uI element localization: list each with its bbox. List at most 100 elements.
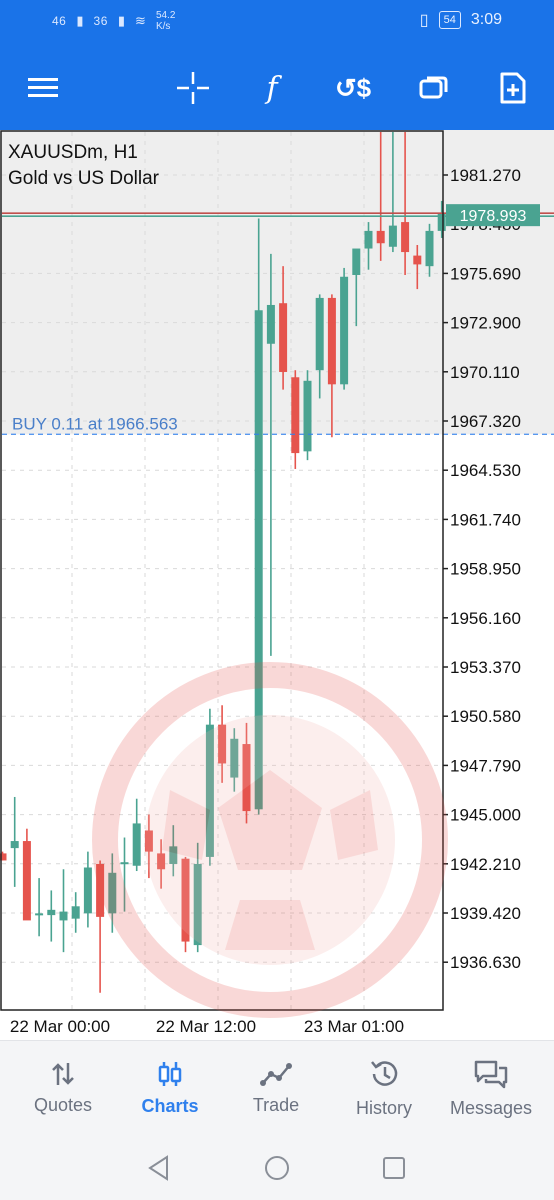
clock: 3:09	[470, 11, 502, 28]
indicators-button[interactable]: f	[250, 66, 294, 110]
symbol-timeframe: XAUUSDm, H1	[8, 142, 138, 163]
candle-bear	[218, 724, 227, 764]
nav-quotes[interactable]: Quotes	[8, 1041, 118, 1136]
candle-bull	[120, 862, 129, 865]
price-chart[interactable]: 1981.270 1975.690 1972.900 1970.110 1967.320…	[0, 130, 554, 1040]
nav-messages[interactable]: Messages	[436, 1041, 546, 1136]
x-tick-label: 22 Mar 00:00	[10, 1017, 110, 1036]
candle-bear	[22, 841, 31, 921]
candle-bull	[205, 724, 214, 857]
net-speed-value: 54.2	[155, 10, 176, 21]
y-tick-label: 1972.900	[450, 314, 521, 333]
candle-bull	[340, 276, 349, 385]
candle-bear	[242, 744, 251, 812]
recents-button[interactable]	[379, 1153, 409, 1183]
messages-icon	[474, 1060, 508, 1089]
candle-bear	[327, 297, 336, 385]
signal-2-label: 36	[93, 14, 108, 28]
vibrate-icon: ▯	[419, 12, 429, 29]
y-tick-label: 1956.160	[450, 609, 521, 628]
history-icon	[371, 1061, 398, 1086]
candle-bull	[71, 906, 80, 919]
chart-area[interactable]: 1981.270 1975.690 1972.900 1970.110 1967.320…	[0, 130, 554, 1040]
battery-indicator: 54	[438, 11, 461, 29]
add-chart-button[interactable]	[491, 66, 535, 110]
x-tick-label: 22 Mar 12:00	[156, 1017, 256, 1036]
y-tick-label: 1964.530	[450, 461, 521, 480]
multi-window-button[interactable]	[411, 66, 455, 110]
recents-icon	[383, 1157, 405, 1179]
nav-charts[interactable]: Charts	[115, 1041, 225, 1136]
candle-bull	[193, 863, 202, 946]
candle-bull	[364, 230, 373, 249]
menu-button[interactable]	[21, 66, 65, 110]
home-icon	[265, 1156, 289, 1180]
new-order-button[interactable]: ↺$	[331, 66, 375, 110]
order-line-label[interactable]: BUY 0.11 at 1966.563	[12, 414, 178, 433]
candle-bear	[144, 830, 153, 852]
y-tick-label: 1947.790	[450, 756, 521, 775]
candle-bull	[132, 823, 141, 866]
y-tick-label: 1936.630	[450, 953, 521, 972]
candle-bull	[315, 297, 324, 371]
y-tick-label: 1967.320	[450, 412, 521, 431]
y-tick-label: 1953.370	[450, 658, 521, 677]
multi-window-icon	[419, 76, 448, 99]
candle-bull	[83, 867, 92, 914]
candle-bear	[291, 377, 300, 454]
candle-bear	[401, 222, 410, 253]
candle-bull	[47, 909, 56, 916]
nav-trade-label: Trade	[252, 1095, 300, 1115]
candle-bull	[266, 304, 275, 344]
new-order-icon: ↺$	[334, 72, 372, 103]
nav-quotes-label: Quotes	[33, 1095, 93, 1115]
crosshair-button[interactable]	[171, 66, 215, 110]
back-icon	[148, 1155, 168, 1181]
candle-bear	[181, 858, 190, 942]
candle-bull	[254, 310, 263, 810]
candle-bear	[96, 863, 105, 917]
y-tick-label: 1942.210	[450, 855, 521, 874]
y-tick-label: 1975.690	[450, 264, 521, 283]
nav-history[interactable]: History	[329, 1041, 439, 1136]
candle-bull	[169, 846, 178, 864]
nav-trade[interactable]: Trade	[221, 1041, 331, 1136]
menu-icon	[28, 78, 58, 97]
nav-history-label: History	[355, 1098, 412, 1118]
y-tick-label: 1950.580	[450, 707, 521, 726]
candle-bull	[108, 872, 117, 914]
candle-bull	[352, 248, 361, 275]
candle-bull	[303, 380, 312, 452]
y-tick-label: 1939.420	[450, 904, 521, 923]
y-tick-label: 1958.950	[450, 560, 521, 579]
quotes-icon	[52, 1063, 74, 1085]
net-speed-unit: K/s	[155, 21, 171, 32]
system-navigation	[0, 1135, 554, 1200]
candle-bear	[157, 853, 166, 870]
crosshair-icon	[177, 72, 209, 104]
current-price-label: 1978.993	[460, 208, 527, 225]
candle-bear	[376, 230, 385, 244]
status-bar: 46 ▮ 36 ▮ ≋ 54.2 K/s ▯ 54 3:09	[0, 0, 554, 44]
indicators-icon: f	[266, 70, 278, 106]
trade-icon	[260, 1063, 292, 1086]
symbol-description: Gold vs US Dollar	[8, 168, 160, 189]
nav-messages-label: Messages	[449, 1098, 533, 1118]
back-button[interactable]	[144, 1153, 174, 1183]
bottom-navigation: Quotes Charts Trade History Messages	[0, 1040, 554, 1136]
candle-bull	[35, 913, 44, 916]
x-tick-label: 23 Mar 01:00	[304, 1017, 404, 1036]
nav-charts-label: Charts	[141, 1096, 199, 1116]
y-tick-label: 1961.740	[450, 510, 521, 529]
candle-bull	[10, 841, 19, 849]
x-axis: 22 Mar 00:00 22 Mar 12:00 23 Mar 01:00	[10, 1017, 404, 1036]
wifi-icon: ≋	[135, 13, 146, 28]
charts-icon	[158, 1062, 182, 1086]
signal-1-label: 46	[52, 14, 67, 28]
candle-bull	[230, 738, 239, 778]
candle-bull	[59, 911, 68, 921]
y-tick-label: 1945.000	[450, 806, 521, 825]
signal-icon: ▮	[117, 13, 126, 28]
home-button[interactable]	[262, 1153, 292, 1183]
y-tick-label: 1970.110	[450, 363, 520, 382]
